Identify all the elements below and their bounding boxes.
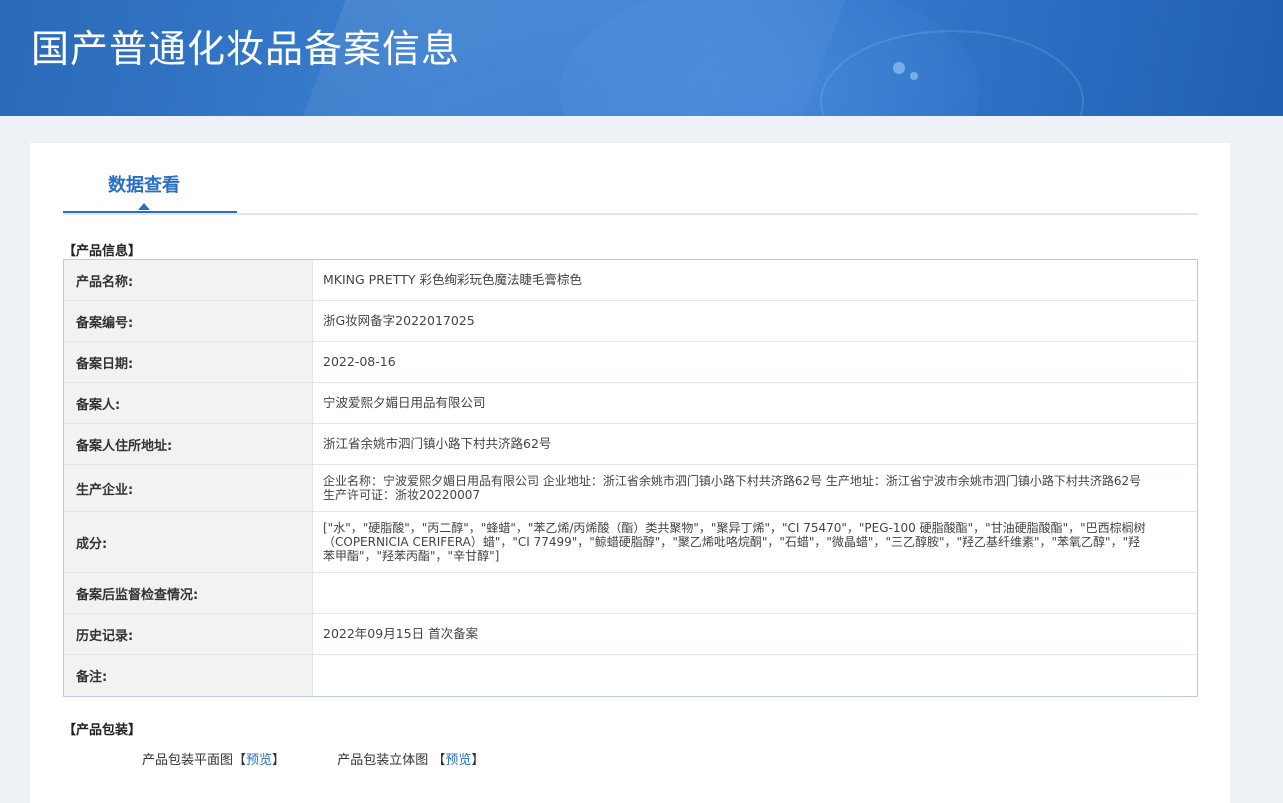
page-header: 国产普通化妆品备案信息 [0,0,1283,116]
table-row: 成分: ["水"，"硬脂酸"，"丙二醇"，"蜂蜡"，"苯乙烯/丙烯酸（酯）类共聚… [64,512,1197,573]
page-title: 国产普通化妆品备案信息 [31,27,461,71]
row-value: 宁波爱熙夕媚日用品有限公司 [323,395,486,410]
row-label: 历史记录: [64,614,313,654]
row-value: 2022年09月15日 首次备案 [323,626,479,641]
content-panel: 数据查看 【产品信息】 产品名称: MKING PRETTY 彩色绚彩玩色魔法睫… [30,143,1230,803]
preview-flat-link[interactable]: 预览 [246,753,272,768]
packaging-3d-label: 产品包装立体图 [337,753,433,768]
product-info-section-title: 【产品信息】 [63,244,142,259]
table-row: 产品名称: MKING PRETTY 彩色绚彩玩色魔法睫毛膏棕色 [64,260,1197,301]
table-row: 历史记录: 2022年09月15日 首次备案 [64,614,1197,655]
tab-bar: 数据查看 [63,143,1198,215]
row-label: 备案日期: [64,342,313,382]
row-label: 成分: [64,512,313,572]
row-value: 企业名称：宁波爱熙夕媚日用品有限公司 企业地址：浙江省余姚市泗门镇小路下村共济路… [323,474,1142,502]
bracket-open: 【 [432,753,446,768]
row-value: ["水"，"硬脂酸"，"丙二醇"，"蜂蜡"，"苯乙烯/丙烯酸（酯）类共聚物"，"… [323,521,1146,563]
table-row: 备注: [64,655,1197,696]
row-label: 备案后监督检查情况: [64,573,313,613]
row-label: 备案人: [64,383,313,423]
packaging-3d-item: 产品包装立体图 【预览】 [337,749,484,768]
row-value: 浙江省余姚市泗门镇小路下村共济路62号 [323,436,552,451]
bracket-close: 】 [471,753,485,768]
product-info-table: 产品名称: MKING PRETTY 彩色绚彩玩色魔法睫毛膏棕色 备案编号: 浙… [63,259,1198,697]
packaging-flat-item: 产品包装平面图【预览】 [142,749,285,768]
row-value: 2022-08-16 [323,354,396,369]
packaging-section-title: 【产品包装】 [63,723,142,738]
header-decoration-dot [893,62,905,74]
table-row: 生产企业: 企业名称：宁波爱熙夕媚日用品有限公司 企业地址：浙江省余姚市泗门镇小… [64,465,1197,512]
table-row: 备案人: 宁波爱熙夕媚日用品有限公司 [64,383,1197,424]
bracket-close: 】 [272,753,286,768]
packaging-links: 产品包装平面图【预览】 产品包装立体图 【预览】 [142,749,484,768]
row-value [313,573,1197,613]
row-label: 备案人住所地址: [64,424,313,464]
packaging-flat-label: 产品包装平面图 [142,753,234,768]
preview-3d-link[interactable]: 预览 [445,753,471,768]
tab-label: 数据查看 [108,175,180,196]
table-row: 备案后监督检查情况: [64,573,1197,614]
header-decoration-dot [910,72,918,80]
table-row: 备案人住所地址: 浙江省余姚市泗门镇小路下村共济路62号 [64,424,1197,465]
row-value [313,655,1197,696]
row-label: 备注: [64,655,313,696]
table-row: 备案编号: 浙G妆网备字2022017025 [64,301,1197,342]
tab-active-caret-icon [138,203,150,210]
row-value: 浙G妆网备字2022017025 [323,313,475,328]
table-row: 备案日期: 2022-08-16 [64,342,1197,383]
bracket-open: 【 [233,753,247,768]
row-label: 产品名称: [64,260,313,300]
tab-data-view[interactable]: 数据查看 [63,143,237,213]
row-value: MKING PRETTY 彩色绚彩玩色魔法睫毛膏棕色 [323,272,582,287]
row-label: 备案编号: [64,301,313,341]
row-label: 生产企业: [64,465,313,511]
